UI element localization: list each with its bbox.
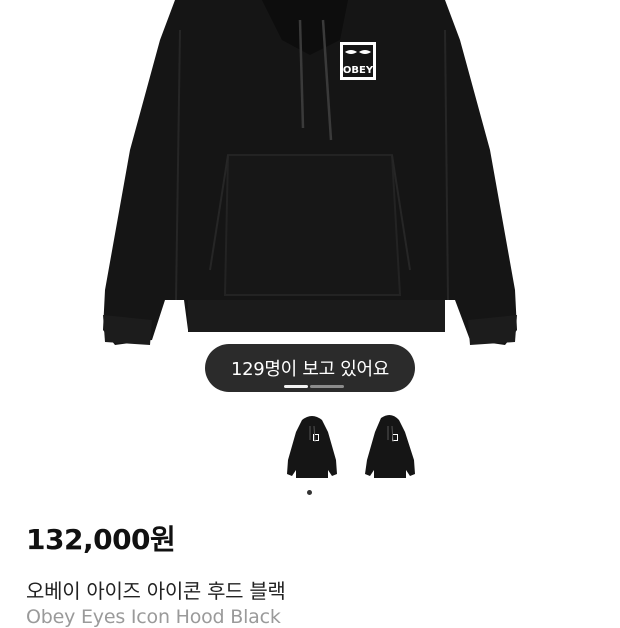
svg-text:OBEY: OBEY — [343, 65, 374, 76]
product-main-image: OBEY — [103, 0, 517, 345]
hoodie-thumbnail-front-icon — [287, 416, 337, 478]
obey-logo-icon: OBEY — [340, 42, 376, 80]
hoodie-thumbnail-angle-icon — [365, 414, 415, 478]
viewer-count-text: 129명이 보고 있어요 — [230, 359, 390, 380]
product-price: 132,000원 — [26, 523, 176, 556]
thumbnail-strip — [0, 412, 620, 482]
page-indicator-inactive — [310, 385, 344, 388]
product-name-english: Obey Eyes Icon Hood Black — [26, 606, 281, 628]
product-image-carousel[interactable]: OBEY — [0, 0, 620, 400]
page-indicator-active — [284, 385, 308, 388]
thumbnail-front[interactable] — [280, 412, 344, 482]
thumbnail-angle[interactable] — [357, 412, 421, 482]
product-name-korean: 오베이 아이즈 아이콘 후드 블랙 — [26, 579, 286, 603]
thumbnail-selected-dot — [307, 490, 312, 495]
carousel-page-indicator — [284, 385, 344, 388]
